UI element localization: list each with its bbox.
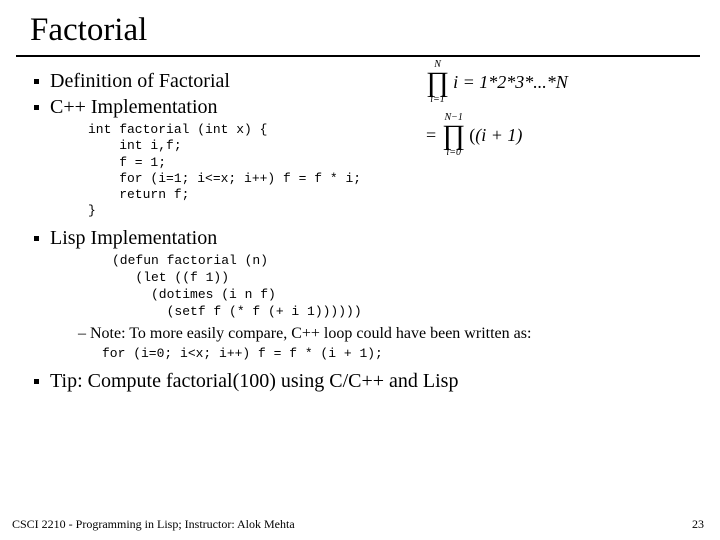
bullet-text: Lisp Implementation [50, 227, 217, 249]
page-number: 23 [692, 517, 704, 532]
cpp-code-block: int factorial (int x) { int i,f; f = 1; … [88, 122, 698, 220]
note-text: – Note: To more easily compare, C++ loop… [78, 324, 698, 344]
bullet-text: Definition of Factorial [50, 70, 230, 92]
bullet-tip: Tip: Compute factorial(100) using C/C++ … [34, 369, 698, 395]
bullet-lisp: Lisp Implementation (defun factorial (n)… [34, 226, 698, 363]
bullet-definition: Definition of Factorial [34, 69, 698, 95]
title-rule [16, 55, 700, 57]
note-code-block: for (i=0; i<x; i++) f = f * (i + 1); [102, 346, 698, 363]
bullet-cpp: C++ Implementation int factorial (int x)… [34, 95, 698, 220]
footer-text: CSCI 2210 - Programming in Lisp; Instruc… [12, 517, 295, 532]
bullet-text: C++ Implementation [50, 96, 218, 118]
slide: Factorial N ∏ i=1 i = 1*2*3*...*N = N−1 … [0, 0, 720, 540]
lisp-code-block: (defun factorial (n) (let ((f 1)) (dotim… [112, 253, 698, 321]
slide-title: Factorial [22, 12, 698, 49]
bullet-list: Definition of Factorial C++ Implementati… [22, 69, 698, 395]
bullet-text: Tip: Compute factorial(100) using C/C++ … [50, 370, 458, 392]
